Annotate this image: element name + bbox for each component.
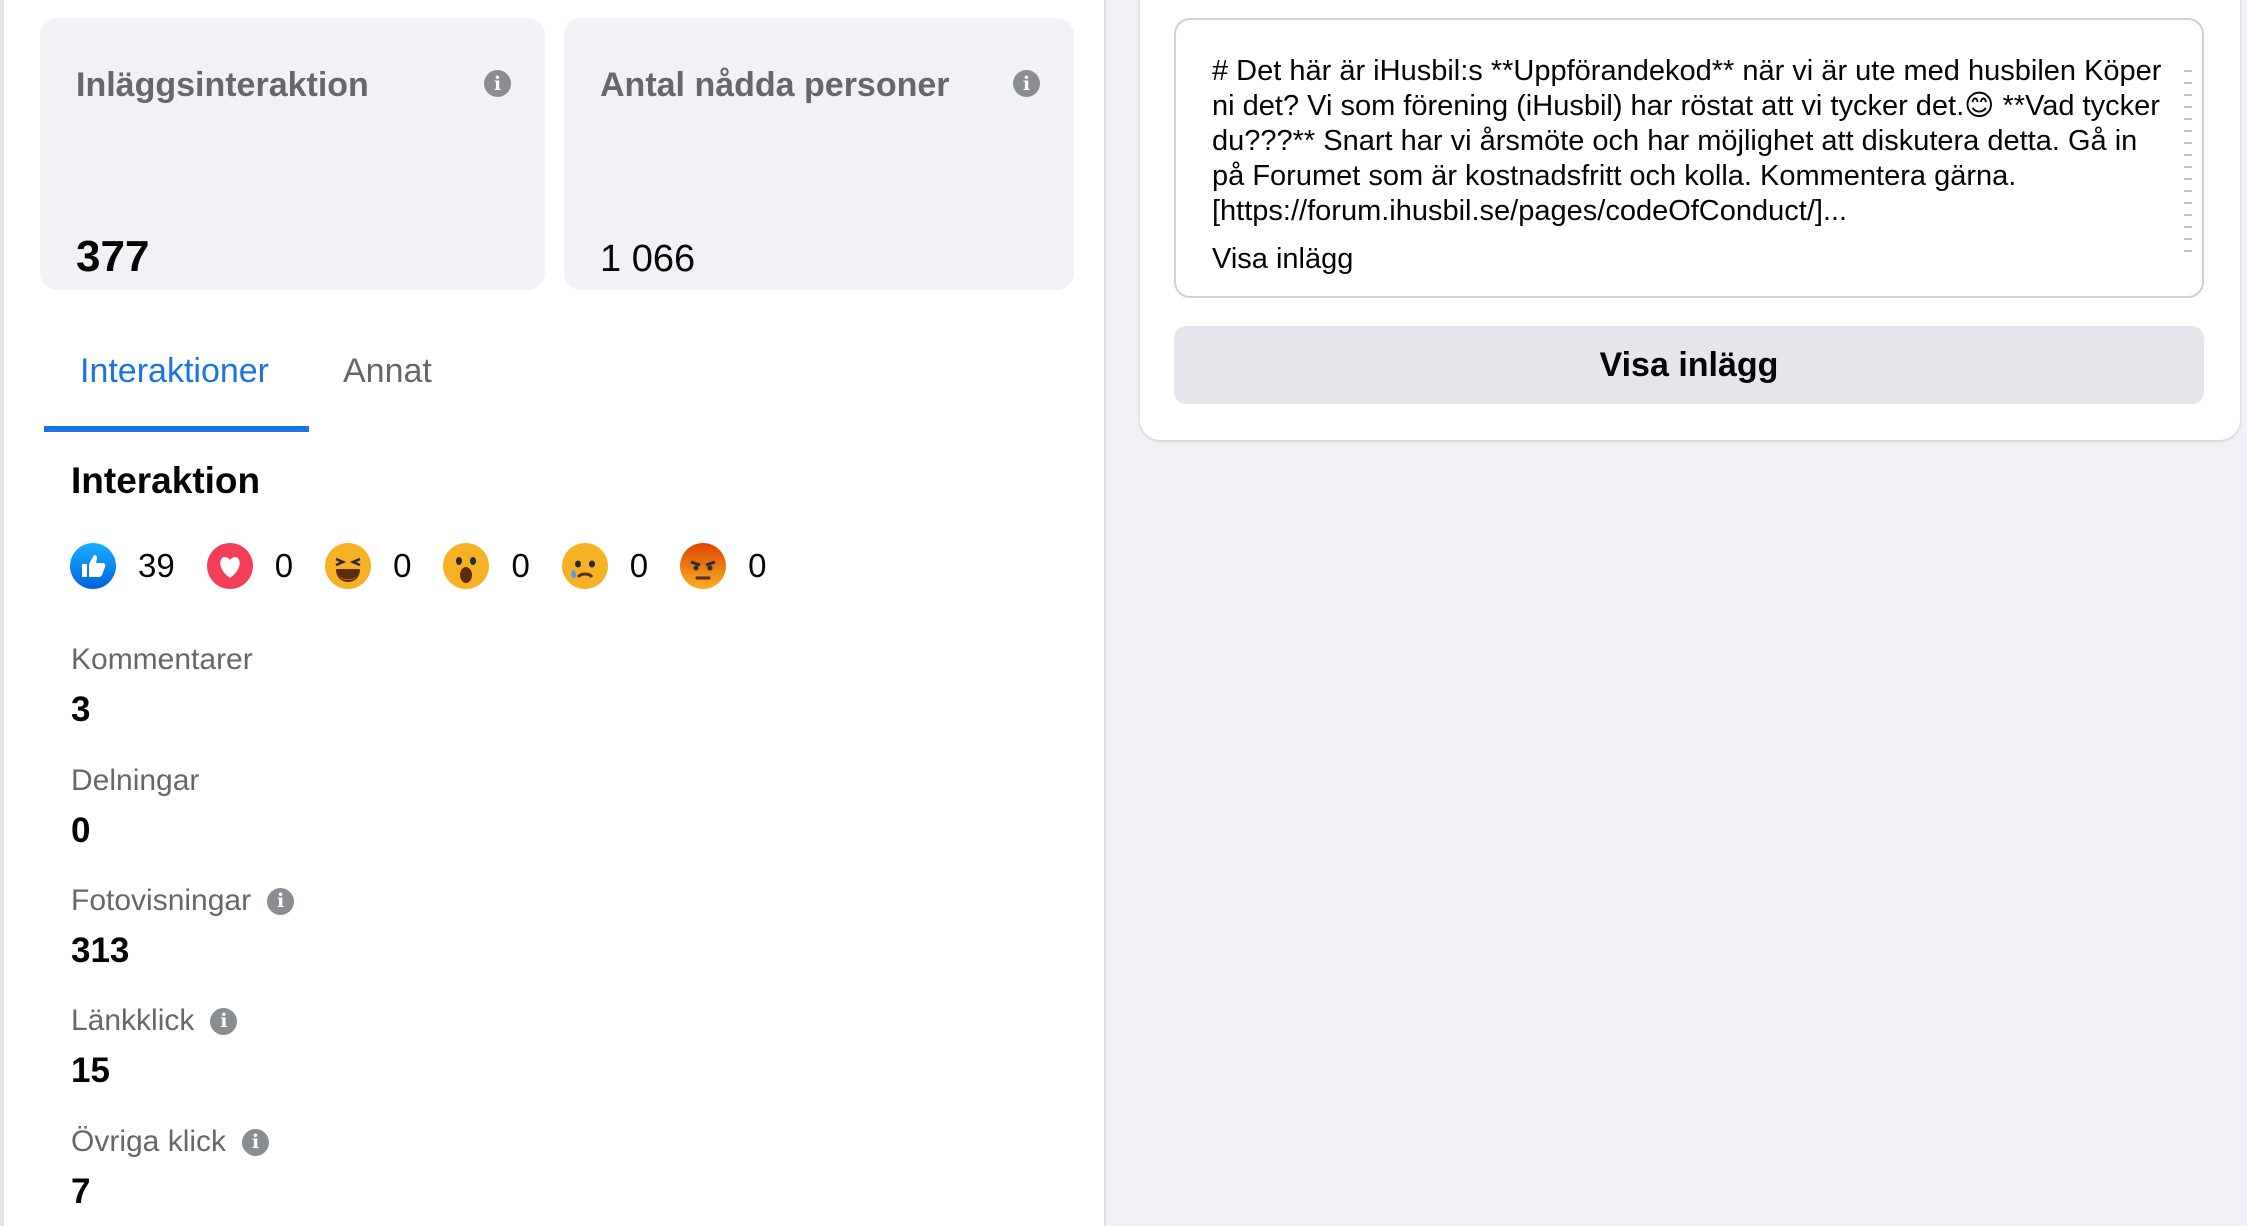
wow-count: 0 [511, 547, 530, 584]
love-reaction-icon [206, 543, 253, 589]
metric-value: 15 [71, 1051, 110, 1090]
post-thumbnail-strip [2184, 60, 2192, 260]
haha-reaction-icon [325, 543, 372, 589]
view-post-button[interactable]: Visa inlägg [1174, 326, 2204, 404]
wow-reaction-icon [443, 543, 490, 589]
metric-link-clicks: Länkklick i 15 [71, 1001, 238, 1091]
angry-count: 0 [748, 547, 767, 584]
active-tab-indicator [44, 426, 309, 432]
interaction-heading: Interaktion [71, 460, 261, 501]
metric-label: Delningar [71, 764, 200, 797]
metric-value: 313 [71, 931, 130, 970]
info-icon[interactable]: i [242, 1128, 270, 1156]
metric-value: 3 [71, 690, 91, 729]
people-reached-card: Antal nådda personer i 1 066 [564, 18, 1074, 290]
post-preview[interactable]: # Det här är iHusbil:s **Uppförandekod**… [1174, 18, 2204, 298]
metric-value: 7 [71, 1172, 91, 1211]
reaction-haha: 0 [325, 543, 411, 589]
angry-reaction-icon [680, 543, 727, 589]
reaction-love: 0 [206, 543, 294, 589]
people-reached-value: 1 066 [600, 238, 696, 280]
love-count: 0 [274, 547, 294, 584]
tab-bar: Interaktioner Annat [44, 326, 1084, 432]
reaction-row: 39 0 0 0 0 0 [70, 538, 799, 594]
like-count: 39 [138, 547, 175, 584]
post-card: # Det här är iHusbil:s **Uppförandekod**… [1140, 0, 2240, 440]
metric-label: Övriga klick i [71, 1122, 270, 1162]
reaction-wow: 0 [443, 543, 530, 589]
sad-reaction-icon [561, 543, 608, 589]
tab-other[interactable]: Annat [307, 346, 468, 432]
reaction-like: 39 [70, 543, 175, 589]
metric-other-clicks: Övriga klick i 7 [71, 1122, 270, 1212]
post-interactions-title: Inläggsinteraktion [76, 66, 369, 104]
post-interactions-card: Inläggsinteraktion i 377 [40, 18, 545, 290]
tab-interactions[interactable]: Interaktioner [44, 346, 305, 432]
insights-panel: Inläggsinteraktion i 377 Antal nådda per… [0, 0, 1106, 1226]
info-icon[interactable]: i [1013, 70, 1040, 97]
reaction-sad: 0 [561, 543, 649, 589]
reaction-angry: 0 [680, 543, 767, 589]
metric-label: Fotovisningar i [71, 881, 295, 921]
view-post-link[interactable]: Visa inlägg [1212, 243, 1353, 276]
metric-label: Länkklick i [71, 1001, 238, 1041]
metric-value: 0 [71, 811, 91, 850]
metric-shares: Delningar 0 [71, 761, 199, 851]
people-reached-title: Antal nådda personer [600, 66, 950, 104]
post-text: # Det här är iHusbil:s **Uppförandekod**… [1212, 55, 2162, 227]
info-icon[interactable]: i [484, 70, 511, 97]
metric-photo-views: Fotovisningar i 313 [71, 881, 295, 971]
haha-count: 0 [393, 547, 412, 584]
post-interactions-value: 377 [76, 232, 150, 281]
sad-count: 0 [629, 547, 649, 584]
info-icon[interactable]: i [210, 1007, 238, 1035]
info-icon[interactable]: i [267, 887, 295, 915]
metric-comments: Kommentarer 3 [71, 640, 253, 730]
metric-label: Kommentarer [71, 643, 253, 676]
like-reaction-icon [70, 543, 116, 589]
